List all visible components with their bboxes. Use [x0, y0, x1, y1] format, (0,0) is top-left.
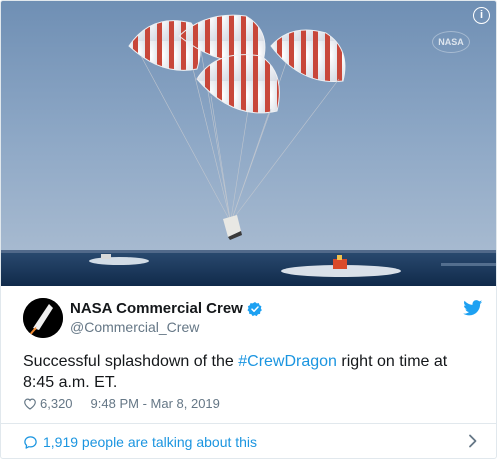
author-name-row: NASA Commercial Crew	[70, 300, 263, 317]
author-name[interactable]: NASA Commercial Crew	[70, 300, 243, 317]
tweet-photo[interactable]: i NASA	[1, 1, 496, 286]
tweet-author: NASA Commercial Crew @Commercial_Crew	[23, 298, 483, 338]
rocket-logo-icon	[23, 298, 63, 338]
chevron-right-icon[interactable]	[468, 434, 478, 448]
author-handle[interactable]: @Commercial_Crew	[70, 319, 199, 335]
nasa-watermark: NASA	[432, 31, 470, 53]
heart-icon[interactable]	[23, 397, 37, 410]
tweet-meta: 6,320 9:48 PM - Mar 8, 2019	[23, 396, 220, 411]
twitter-bird-icon[interactable]	[463, 300, 483, 316]
footer-divider	[1, 423, 496, 424]
hashtag-link[interactable]: #CrewDragon	[238, 353, 337, 370]
conversation-link[interactable]: 1,919 people are talking about this	[23, 432, 478, 452]
splashdown-photo	[1, 1, 496, 286]
speech-bubble-icon	[24, 435, 37, 449]
info-icon[interactable]: i	[473, 7, 490, 24]
tweet-timestamp[interactable]: 9:48 PM - Mar 8, 2019	[91, 396, 220, 411]
tweet-text-before: Successful splashdown of the	[23, 353, 239, 370]
talking-label[interactable]: 1,919 people are talking about this	[43, 434, 257, 450]
embedded-tweet-card[interactable]: i NASA NASA Commercial Crew @Commercial_…	[0, 0, 497, 459]
tweet-text: Successful splashdown of the #CrewDragon…	[23, 351, 478, 393]
like-count[interactable]: 6,320	[40, 396, 73, 411]
verified-badge-icon	[247, 301, 262, 316]
avatar[interactable]	[23, 298, 63, 338]
